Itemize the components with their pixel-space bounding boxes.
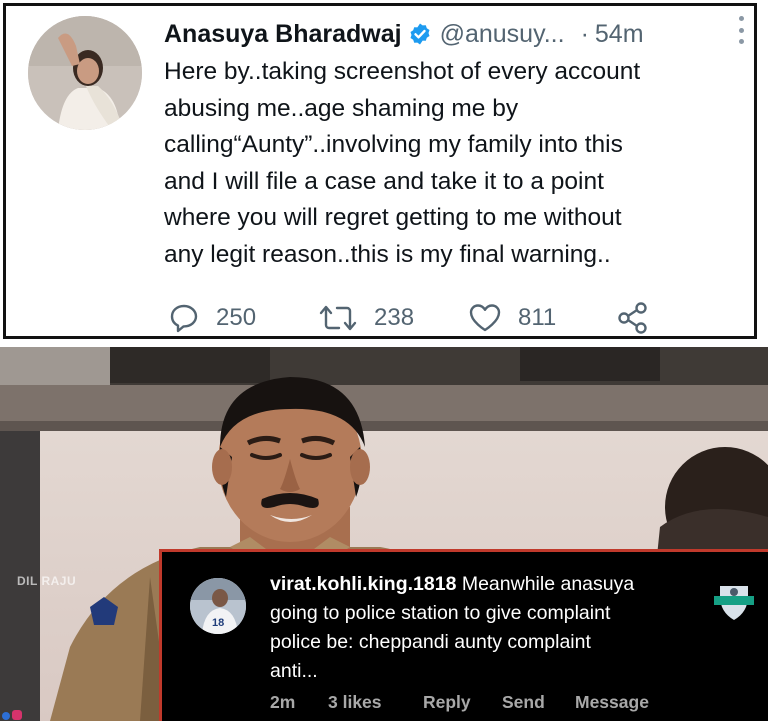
tweet-timestamp[interactable]: 54m	[595, 20, 644, 49]
author-handle[interactable]: @anusuy...	[440, 20, 565, 49]
channel-watermark: DIL RAJU	[17, 574, 77, 588]
retweet-count: 238	[374, 304, 415, 331]
comment-text: virat.kohli.king.1818 Meanwhile anasuya …	[270, 570, 710, 686]
time-separator: ·	[580, 19, 589, 48]
reply-button[interactable]: 250	[168, 301, 256, 335]
commenter-avatar[interactable]: 18	[190, 578, 246, 634]
reply-link[interactable]: Reply	[423, 692, 471, 713]
comment-text-line: Meanwhile anasuya	[456, 573, 635, 595]
retweet-icon	[319, 305, 357, 331]
tweet-header: Anasuya Bharadwaj @anusuy... · 54m	[164, 14, 746, 54]
more-vertical-icon[interactable]	[738, 16, 744, 44]
share-icon	[618, 302, 647, 334]
tweet-text-line: any legit reason..this is my final warni…	[164, 240, 611, 268]
author-name[interactable]: Anasuya Bharadwaj	[164, 20, 402, 49]
tweet-text-line: calling“Aunty”..involving my family into…	[164, 131, 623, 158]
retweet-button[interactable]: 238	[318, 301, 414, 335]
reply-icon	[170, 304, 198, 333]
comment-text-line: going to police station to give complain…	[270, 602, 611, 624]
like-count: 811	[518, 304, 557, 331]
reply-count: 250	[216, 304, 257, 331]
send-link[interactable]: Send	[502, 692, 545, 713]
tweet-text-line: Here by..taking screenshot of every acco…	[164, 58, 641, 85]
comment-first-line: virat.kohli.king.1818 Meanwhile anasuya	[270, 570, 710, 599]
tweet-text: Here by..taking screenshot of every acco…	[164, 54, 749, 273]
comment-likes[interactable]: 3 likes	[328, 692, 382, 713]
tweet-text-line: and I will file a case and take it to a …	[164, 167, 604, 195]
heart-icon	[469, 304, 501, 332]
share-button[interactable]	[616, 301, 650, 335]
comment-text-line: police be: cheppandi aunty complaint	[270, 631, 591, 653]
verified-badge-icon	[410, 23, 430, 45]
community-badge-icon	[714, 586, 754, 620]
comment-text-line: anti...	[270, 660, 318, 682]
like-button[interactable]: 811	[468, 301, 556, 335]
tweet-actions: 250 238 811	[168, 301, 668, 335]
message-link[interactable]: Message	[575, 692, 649, 713]
tweet-text-line: abusing me..age shaming me by	[164, 94, 519, 122]
commenter-username[interactable]: virat.kohli.king.1818	[270, 573, 456, 595]
tweet-text-line: where you will regret getting to me with…	[164, 204, 622, 231]
instagram-comment: 18 virat.kohli.king.1818 Meanwhile anasu…	[159, 549, 768, 721]
author-avatar[interactable]	[28, 16, 142, 130]
comment-time: 2m	[270, 692, 296, 712]
jersey-number: 18	[212, 617, 224, 629]
tweet-card: Anasuya Bharadwaj @anusuy... · 54m Here …	[3, 3, 757, 339]
